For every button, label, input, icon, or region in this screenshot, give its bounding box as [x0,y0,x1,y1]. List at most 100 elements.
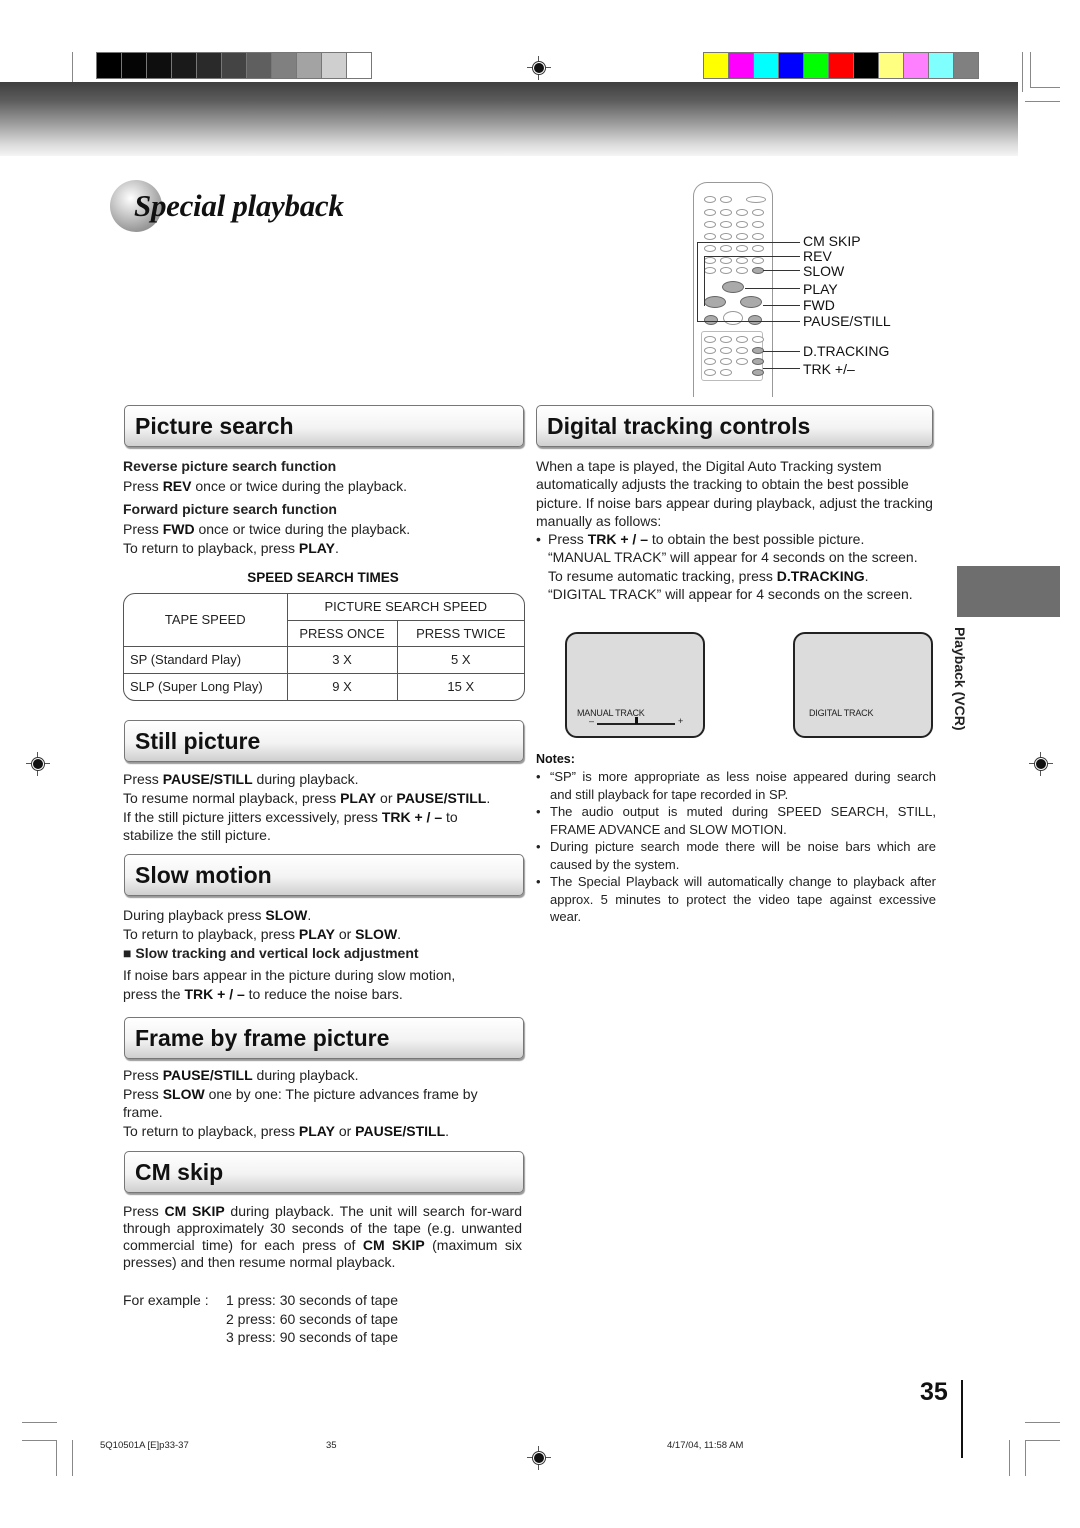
grayscale-swatch [297,53,321,78]
grayscale-swatch [197,53,221,78]
cell-press-twice: 15 X [396,672,524,700]
section-title: CM skip [135,1159,224,1185]
color-swatch [904,53,928,78]
footer-page: 35 [326,1440,337,1451]
color-swatch [779,53,803,78]
page-title: Special playback [134,188,344,223]
remote-label-slow: SLOW [803,263,845,279]
crop-mark [1030,87,1060,88]
cm-skip-example: 2 press: 60 seconds of tape [226,1311,398,1327]
remote-label-trk: TRK +/– [803,361,855,377]
col-header-picture-search-speed: PICTURE SEARCH SPEED [286,594,524,621]
chapter-tab-label: Playback (VCR) [952,627,968,731]
remote-label-fwd: FWD [803,297,835,313]
remote-label-play: PLAY [803,281,838,297]
crop-mark [22,1440,57,1441]
registration-mark-icon [527,1446,551,1470]
grayscale-swatch [247,53,271,78]
note-item: “SP” is more appropriate as less noise a… [536,768,936,803]
slow-line-2: To return to playback, press PLAY or SLO… [123,926,402,942]
crop-mark [1025,1440,1060,1441]
chapter-tab [957,566,1060,617]
slow-line-1: During playback press SLOW. [123,907,312,923]
remote-label-cm-skip: CM SKIP [803,233,861,249]
cell-press-once: 3 X [286,645,398,674]
forward-search-text: Press FWD once or twice during the playb… [123,521,411,537]
color-swatch [829,53,853,78]
crop-mark [1025,101,1060,102]
still-line-2: To resume normal playback, press PLAY or… [123,790,491,806]
digital-tracking-intro: When a tape is played, the Digital Auto … [536,458,933,529]
registration-mark-icon [527,56,551,80]
cell-tape-speed: SLP (Super Long Play) [124,672,288,700]
grayscale-swatch [172,53,196,78]
digital-track-label: DIGITAL TRACK [809,708,874,718]
track-minus: – [589,716,594,726]
return-playback-text: To return to playback, press PLAY. [123,540,339,556]
section-title: Still picture [135,728,261,754]
grayscale-bar [96,52,372,79]
notes-title: Notes: [536,752,575,766]
still-line-4: stabilize the still picture. [123,827,271,843]
page-number-rule [961,1380,963,1458]
notes-list: “SP” is more appropriate as less noise a… [536,768,936,926]
crop-mark [1009,1440,1010,1476]
frame-line-2: Press SLOW one by one: The picture advan… [123,1086,478,1102]
speed-search-table: TAPE SPEED PICTURE SEARCH SPEED PRESS ON… [123,593,525,701]
col-header-press-twice: PRESS TWICE [396,619,524,647]
tracking-level-marker [635,717,638,724]
cm-skip-paragraph: Press CM SKIP during playback. The unit … [123,1203,522,1270]
crop-mark [72,1440,73,1476]
crop-mark [1025,1422,1060,1423]
frame-line-3: frame. [123,1104,163,1120]
frame-line-1: Press PAUSE/STILL during playback. [123,1067,359,1083]
slow-tracking-subtitle: ■ Slow tracking and vertical lock adjust… [123,945,419,961]
section-header-frame-by-frame: Frame by frame picture [124,1017,524,1059]
crop-mark [1022,52,1023,92]
remote-label-rev: REV [803,248,832,264]
cm-skip-example: 1 press: 30 seconds of tape [226,1292,398,1308]
slow-line-3: If noise bars appear in the picture duri… [123,967,456,983]
section-header-slow-motion: Slow motion [124,854,524,896]
section-header-digital-tracking: Digital tracking controls [536,405,933,447]
track-plus: + [678,716,684,726]
color-swatch [854,53,878,78]
col-header-tape-speed: TAPE SPEED [124,594,288,647]
square-bullet-icon: ■ [123,945,132,961]
color-swatch [929,53,953,78]
forward-search-title: Forward picture search function [123,501,337,517]
grayscale-swatch [147,53,171,78]
table-row: SP (Standard Play) 3 X 5 X [124,645,524,674]
reverse-search-text: Press REV once or twice during the playb… [123,478,408,494]
grayscale-swatch [322,53,346,78]
note-item: The Special Playback will automatically … [536,873,936,926]
section-title: Frame by frame picture [135,1025,390,1051]
color-swatch [704,53,728,78]
note-item: The audio output is muted during SPEED S… [536,803,936,838]
cell-press-twice: 5 X [396,645,524,674]
speed-search-table-title: SPEED SEARCH TIMES [247,570,399,585]
registration-mark-icon [1029,752,1053,776]
still-line-1: Press PAUSE/STILL during playback. [123,771,359,787]
cm-skip-example-label: For example : [123,1292,209,1308]
section-title: Picture search [135,413,294,439]
color-swatch [954,53,978,78]
page-number: 35 [920,1378,948,1406]
color-swatch [879,53,903,78]
footer-file-id: 5Q10501A [E]p33-37 [100,1440,189,1451]
color-swatch [729,53,753,78]
color-swatch [804,53,828,78]
bullet-icon: • [536,531,541,547]
crop-mark [1025,1440,1026,1476]
grayscale-swatch [222,53,246,78]
cm-skip-example: 3 press: 90 seconds of tape [226,1329,398,1345]
crop-mark [56,1440,57,1476]
color-swatch [754,53,778,78]
remote-label-pause-still: PAUSE/STILL [803,313,891,329]
digital-tracking-bullet: • Press TRK + / – to obtain the best pos… [536,531,918,602]
color-bar [703,52,979,79]
cell-tape-speed: SP (Standard Play) [124,645,288,674]
grayscale-swatch [272,53,296,78]
frame-line-4: To return to playback, press PLAY or PAU… [123,1123,450,1139]
note-item: During picture search mode there will be… [536,838,936,873]
